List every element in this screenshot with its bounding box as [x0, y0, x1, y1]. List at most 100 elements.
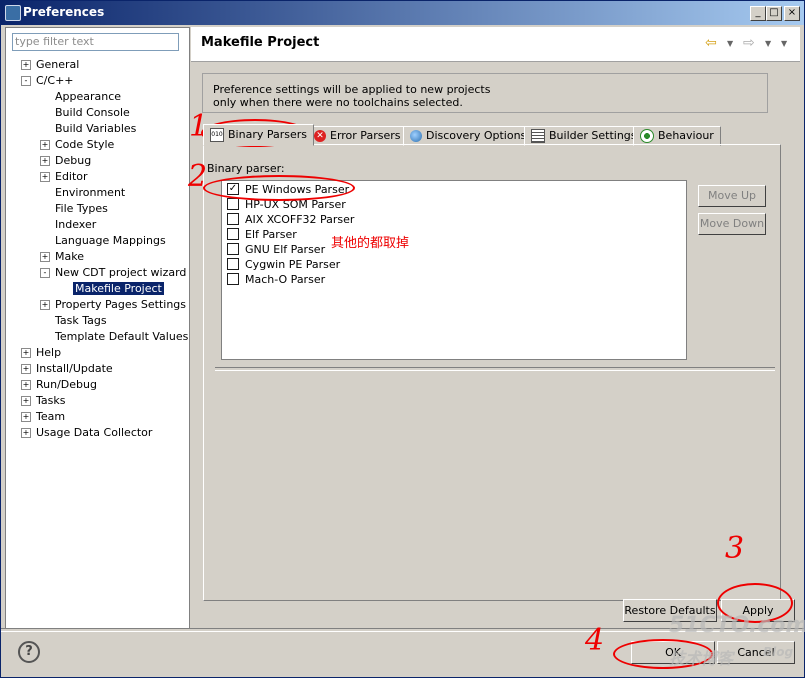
tree-item-c-c-[interactable]: - C/C++ [21, 73, 74, 89]
tab-builder-settings[interactable]: Builder Settings [524, 126, 644, 146]
tree-item-make[interactable]: + Make [40, 249, 84, 265]
expand-icon[interactable]: + [40, 252, 50, 262]
tree-item-indexer[interactable]: Indexer [55, 217, 96, 233]
tree-item-code-style[interactable]: + Code Style [40, 137, 115, 153]
preference-page: Makefile Project ⇦ ▼ ⇨ ▼ ▼ Preference se… [191, 27, 802, 627]
tree-item-label: Language Mappings [55, 234, 166, 247]
checkbox-unchecked[interactable] [227, 198, 239, 210]
minimize-button[interactable]: _ [750, 6, 766, 21]
tree-item-build-variables[interactable]: Build Variables [55, 121, 136, 137]
info-line-1: Preference settings will be applied to n… [213, 83, 491, 96]
globe-icon [410, 130, 422, 142]
tree-item-usage-data-collector[interactable]: + Usage Data Collector [21, 425, 152, 441]
page-header: Makefile Project ⇦ ▼ ⇨ ▼ ▼ [191, 27, 800, 62]
info-line-2: only when there were no toolchains selec… [213, 96, 463, 109]
parser-item[interactable]: AIX XCOFF32 Parser [227, 213, 354, 227]
tree-item-property-pages-settings[interactable]: + Property Pages Settings [40, 297, 186, 313]
tree-item-label: New CDT project wizard [55, 266, 187, 279]
expand-icon[interactable]: + [21, 412, 31, 422]
watermark-text: 技术博客 [669, 649, 734, 668]
parser-item[interactable]: Elf Parser [227, 228, 297, 242]
tab-label: Binary Parsers [228, 128, 307, 141]
parser-label: Mach-O Parser [245, 273, 326, 286]
view-menu-chevron-icon[interactable]: ▼ [781, 39, 787, 48]
tree-item-label: Code Style [55, 138, 115, 151]
parser-item[interactable]: Cygwin PE Parser [227, 258, 340, 272]
back-arrow-icon[interactable]: ⇦ [705, 35, 717, 51]
tree-item-file-types[interactable]: File Types [55, 201, 108, 217]
expand-icon[interactable]: + [21, 60, 31, 70]
tab-label: Behaviour [658, 129, 714, 142]
watermark-logo: 51CTO.com [669, 613, 805, 638]
move-down-button[interactable]: Move Down [698, 213, 766, 235]
maximize-button[interactable]: □ [766, 6, 782, 21]
tree-item-general[interactable]: + General [21, 57, 80, 73]
close-button[interactable]: × [784, 6, 800, 21]
separator [215, 367, 775, 371]
checkbox-unchecked[interactable] [227, 258, 239, 270]
filter-input[interactable]: type filter text [12, 33, 179, 51]
preference-tree-panel: type filter text + General - C/C++ Appearanc… [5, 27, 190, 629]
expand-icon[interactable]: + [40, 300, 50, 310]
tree-item-build-console[interactable]: Build Console [55, 105, 130, 121]
checkbox-unchecked[interactable] [227, 243, 239, 255]
tree-item-label: General [36, 58, 80, 71]
move-up-button[interactable]: Move Up [698, 185, 766, 207]
expand-icon[interactable]: + [21, 348, 31, 358]
parser-label: GNU Elf Parser [245, 243, 326, 256]
tree-item-label: Install/Update [36, 362, 113, 375]
tree-item-label: Appearance [55, 90, 122, 103]
tree-item-label: Tasks [36, 394, 66, 407]
tab-error-parsers[interactable]: ✕ Error Parsers [307, 126, 408, 146]
forward-menu-chevron-icon[interactable]: ▼ [765, 39, 771, 48]
binary-parser-label: Binary parser: [207, 162, 285, 175]
tree-item-debug[interactable]: + Debug [40, 153, 91, 169]
tree-item-environment[interactable]: Environment [55, 185, 125, 201]
parser-item[interactable]: GNU Elf Parser [227, 243, 325, 257]
tree-item-label: Indexer [55, 218, 97, 231]
expand-icon[interactable]: + [40, 140, 50, 150]
parser-label: AIX XCOFF32 Parser [245, 213, 355, 226]
tree-item-new-cdt-project-wizard[interactable]: - New CDT project wizard [40, 265, 187, 281]
help-icon[interactable]: ? [18, 641, 40, 663]
tree-item-makefile-project[interactable]: Makefile Project [73, 281, 164, 297]
forward-arrow-icon[interactable]: ⇨ [743, 35, 755, 51]
parser-item[interactable]: Mach-O Parser [227, 273, 325, 287]
expand-icon[interactable]: + [21, 364, 31, 374]
page-title: Makefile Project [201, 35, 320, 50]
checkbox-unchecked[interactable] [227, 213, 239, 225]
tree-item-tasks[interactable]: + Tasks [21, 393, 66, 409]
preferences-window: Preferences _ □ × type filter text + Gene… [0, 0, 805, 678]
back-menu-chevron-icon[interactable]: ▼ [727, 39, 733, 48]
parser-label: Elf Parser [245, 228, 297, 241]
tree-item-language-mappings[interactable]: Language Mappings [55, 233, 166, 249]
tree-item-run-debug[interactable]: + Run/Debug [21, 377, 97, 393]
tree-item-team[interactable]: + Team [21, 409, 66, 425]
expand-icon[interactable]: + [21, 396, 31, 406]
expand-icon[interactable]: + [21, 428, 31, 438]
tree-item-label: Makefile Project [73, 282, 164, 295]
checkbox-unchecked[interactable] [227, 273, 239, 285]
tree-item-template-default-values[interactable]: Template Default Values [55, 329, 188, 345]
tree-item-appearance[interactable]: Appearance [55, 89, 121, 105]
checkbox-unchecked[interactable] [227, 228, 239, 240]
expand-icon[interactable]: + [40, 156, 50, 166]
tree-item-label: File Types [55, 202, 108, 215]
tree-item-install-update[interactable]: + Install/Update [21, 361, 113, 377]
tree-item-editor[interactable]: + Editor [40, 169, 88, 185]
expand-icon[interactable]: + [21, 380, 31, 390]
tree-item-label: Editor [55, 170, 88, 183]
tree-item-label: Build Variables [55, 122, 137, 135]
annotation-number-4: 4 [585, 623, 605, 658]
collapse-icon[interactable]: - [40, 268, 50, 278]
tree-item-help[interactable]: + Help [21, 345, 61, 361]
tree-item-task-tags[interactable]: Task Tags [55, 313, 107, 329]
collapse-icon[interactable]: - [21, 76, 31, 86]
expand-icon[interactable]: + [40, 172, 50, 182]
tree-item-label: Team [36, 410, 66, 423]
tab-binary-parsers[interactable]: 010 Binary Parsers [203, 124, 314, 146]
binary-parser-list[interactable]: ✓ PE Windows Parser HP-UX SOM Parser AIX XC… [221, 180, 687, 360]
title-bar[interactable]: Preferences _ □ × [1, 1, 804, 25]
tab-behaviour[interactable]: Behaviour [633, 126, 721, 146]
tab-discovery-options[interactable]: Discovery Options [403, 126, 534, 146]
